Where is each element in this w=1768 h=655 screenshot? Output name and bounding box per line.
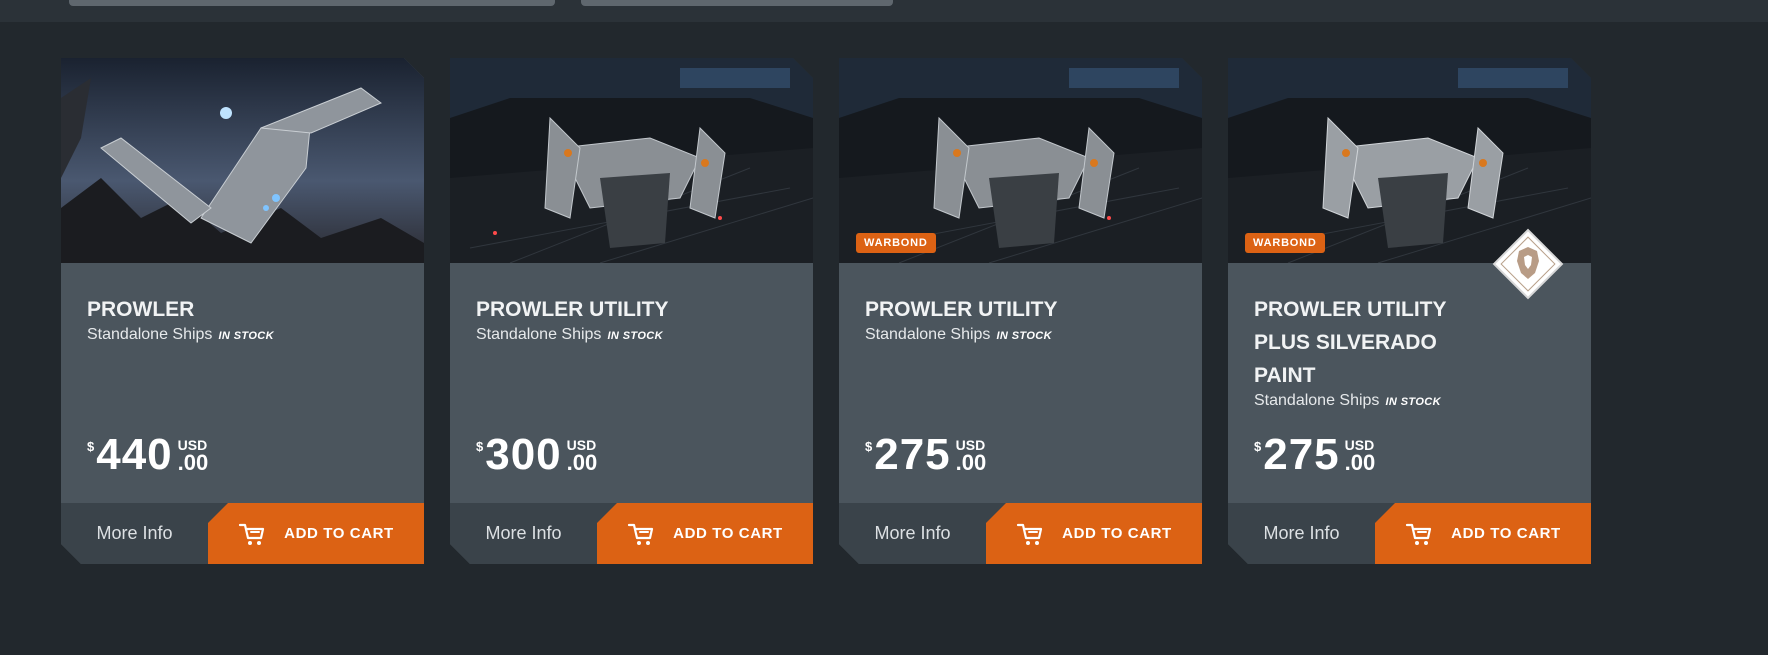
product-category: Standalone Ships (87, 326, 213, 343)
warbond-badge: WARBOND (1245, 233, 1325, 253)
price-cents: .00 (566, 450, 598, 475)
product-category: Standalone Ships (1254, 392, 1380, 409)
price-amount: 300 (485, 430, 562, 479)
cart-icon (1016, 520, 1044, 548)
add-to-cart-button[interactable]: ADD TO CART (1375, 503, 1591, 564)
add-to-cart-label: ADD TO CART (673, 525, 783, 542)
product-price: $ 440 USD .00 (87, 433, 208, 477)
product-price: $ 275 USD .00 (865, 433, 986, 477)
stock-status: IN STOCK (218, 330, 274, 342)
add-to-cart-label: ADD TO CART (284, 525, 394, 542)
add-to-cart-label: ADD TO CART (1062, 525, 1172, 542)
add-to-cart-button[interactable]: ADD TO CART (986, 503, 1202, 564)
price-amount: 275 (874, 430, 951, 479)
price-amount: 440 (96, 430, 173, 479)
ship-image (450, 58, 813, 263)
stock-status: IN STOCK (996, 330, 1052, 342)
product-image[interactable] (61, 58, 424, 263)
more-info-button[interactable]: More Info (450, 503, 597, 564)
product-price: $ 300 USD .00 (476, 433, 597, 477)
currency-symbol: $ (1254, 439, 1262, 454)
cart-icon (627, 520, 655, 548)
product-title[interactable]: PROWLER (87, 293, 307, 326)
add-to-cart-button[interactable]: ADD TO CART (208, 503, 424, 564)
more-info-button[interactable]: More Info (1228, 503, 1375, 564)
filter-dropdown-1[interactable] (69, 0, 555, 6)
product-category: Standalone Ships (476, 326, 602, 343)
product-card: PROWLER UTILITY Standalone Ships IN STOCK… (450, 58, 813, 564)
product-card: WARBOND PROWLER UTILITY Standalone Ships… (839, 58, 1202, 564)
more-info-button[interactable]: More Info (61, 503, 208, 564)
filter-bar (0, 0, 1768, 22)
cart-icon (1405, 520, 1433, 548)
product-title[interactable]: PROWLER UTILITY (865, 293, 1085, 326)
cart-icon (238, 520, 266, 548)
price-cents: .00 (1344, 450, 1376, 475)
product-title[interactable]: PROWLER UTILITY (476, 293, 696, 326)
product-card: WARBOND PROWLER UTILITY PLUS SILVERADO P… (1228, 58, 1591, 564)
filter-dropdown-2[interactable] (581, 0, 893, 6)
price-cents: .00 (177, 450, 209, 475)
currency-symbol: $ (865, 439, 873, 454)
product-price: $ 275 USD .00 (1254, 433, 1375, 477)
currency-symbol: $ (87, 439, 95, 454)
stock-status: IN STOCK (607, 330, 663, 342)
more-info-button[interactable]: More Info (839, 503, 986, 564)
currency-symbol: $ (476, 439, 484, 454)
add-to-cart-label: ADD TO CART (1451, 525, 1561, 542)
stock-status: IN STOCK (1385, 396, 1441, 408)
price-cents: .00 (955, 450, 987, 475)
warbond-badge: WARBOND (856, 233, 936, 253)
product-card: PROWLER Standalone Ships IN STOCK $ 440 U… (61, 58, 424, 564)
product-image[interactable]: WARBOND (839, 58, 1202, 263)
product-category: Standalone Ships (865, 326, 991, 343)
product-title[interactable]: PROWLER UTILITY PLUS SILVERADO PAINT (1254, 293, 1474, 392)
price-amount: 275 (1263, 430, 1340, 479)
product-grid: PROWLER Standalone Ships IN STOCK $ 440 U… (61, 58, 1591, 564)
ship-image (61, 58, 424, 263)
product-image[interactable] (450, 58, 813, 263)
add-to-cart-button[interactable]: ADD TO CART (597, 503, 813, 564)
